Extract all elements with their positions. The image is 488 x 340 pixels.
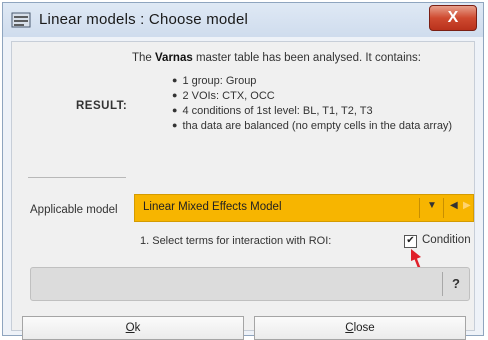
interaction-instruction: 1. Select terms for interaction with ROI… — [140, 235, 332, 247]
model-select-value: Linear Mixed Effects Model — [143, 201, 282, 213]
close-accel: C — [345, 322, 354, 334]
result-list: 1 group: Group 2 VOIs: CTX, OCC 4 condit… — [172, 74, 452, 134]
intro-suffix: master table has been analysed. It conta… — [192, 52, 421, 64]
list-item: 1 group: Group — [172, 74, 452, 89]
result-label: RESULT: — [76, 100, 128, 112]
status-panel: ? — [30, 267, 470, 301]
intro-text: The Varnas master table has been analyse… — [132, 52, 421, 64]
divider — [443, 198, 444, 218]
intro-prefix: The — [132, 52, 156, 64]
list-item: tha data are balanced (no empty cells in… — [172, 119, 452, 134]
list-item: 2 VOIs: CTX, OCC — [172, 89, 452, 104]
divider — [419, 198, 420, 218]
condition-checkbox-label[interactable]: Condition — [422, 234, 471, 246]
dropdown-arrow-icon[interactable]: ▼ — [427, 200, 437, 211]
prev-arrow-icon[interactable]: ◀ — [450, 200, 458, 211]
ok-accel: O — [125, 322, 135, 334]
model-select[interactable]: Linear Mixed Effects Model ▼ ◀ ▶ — [134, 194, 474, 222]
ok-label-rest: k — [134, 322, 141, 334]
check-icon: ✔ — [406, 235, 415, 246]
model-label: Applicable model — [30, 204, 118, 216]
window-title: Linear models : Choose model — [39, 11, 249, 28]
dialog-content: The Varnas master table has been analyse… — [11, 41, 475, 340]
divider — [28, 177, 126, 178]
next-arrow-icon[interactable]: ▶ — [463, 200, 471, 211]
close-label-rest: lose — [353, 322, 375, 334]
close-icon[interactable]: X — [429, 5, 477, 31]
title-bar[interactable]: Linear models : Choose model X — [3, 3, 483, 37]
help-icon[interactable]: ? — [442, 272, 469, 296]
ok-button[interactable]: Ok — [22, 316, 244, 340]
dialog-window: Linear models : Choose model X The Varna… — [2, 2, 484, 340]
table-name: Varnas — [155, 52, 193, 64]
close-button[interactable]: Close — [254, 316, 466, 340]
app-icon — [11, 12, 31, 28]
list-item: 4 conditions of 1st level: BL, T1, T2, T… — [172, 104, 452, 119]
